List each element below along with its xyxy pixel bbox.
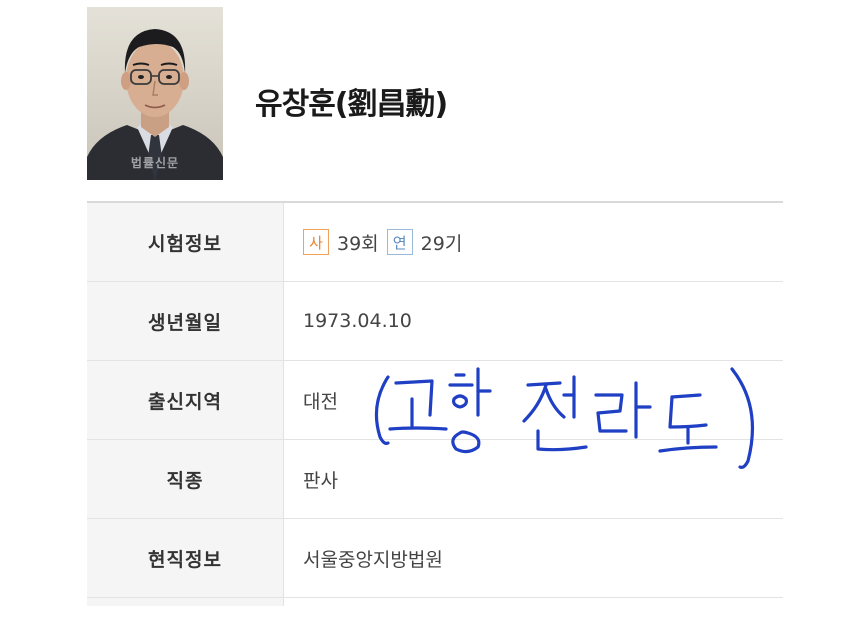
table-continuation bbox=[87, 598, 783, 606]
photo-watermark: 법률신문 bbox=[130, 156, 180, 170]
origin-region-label: 출신지역 bbox=[87, 361, 284, 439]
sa-badge: 사 bbox=[303, 229, 329, 255]
exam-info-value: 사 39회 연 29기 bbox=[284, 203, 783, 281]
yeon-class-text: 29기 bbox=[420, 232, 463, 255]
birth-date-row: 생년월일 1973.04.10 bbox=[87, 282, 783, 361]
exam-info-row: 시험정보 사 39회 연 29기 bbox=[87, 203, 783, 282]
person-name: 유창훈(劉昌勳) bbox=[255, 87, 448, 122]
profile-page: 법률신문 유창훈(劉昌勳) 시험정보 사 39회 연 29기 생년월일 1973… bbox=[0, 0, 850, 627]
job-type-label: 직종 bbox=[87, 440, 284, 518]
birth-date-label: 생년월일 bbox=[87, 282, 284, 360]
birth-date-value: 1973.04.10 bbox=[303, 310, 412, 332]
current-position-value: 서울중앙지방법원 bbox=[303, 548, 443, 571]
current-position-label: 현직정보 bbox=[87, 519, 284, 597]
exam-info-label: 시험정보 bbox=[87, 203, 284, 281]
sa-exam-text: 39회 bbox=[337, 232, 379, 255]
table-continuation-value-cell bbox=[284, 598, 783, 606]
handwritten-annotation bbox=[374, 367, 754, 469]
table-continuation-label-cell bbox=[87, 598, 284, 606]
current-position-row: 현직정보 서울중앙지방법원 bbox=[87, 519, 783, 598]
yeon-badge: 연 bbox=[386, 229, 413, 255]
profile-photo: 법률신문 bbox=[87, 7, 223, 180]
